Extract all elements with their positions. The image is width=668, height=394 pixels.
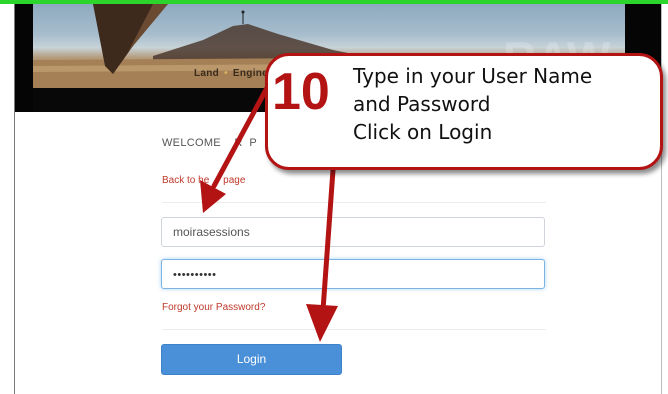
username-field[interactable]: moirasessions — [161, 217, 545, 247]
page-border-right — [661, 4, 662, 394]
step-number: 10 — [272, 63, 330, 121]
login-button[interactable]: Login — [161, 344, 342, 375]
banner-nav: Land • Engine — [194, 68, 268, 79]
nav-item-engine[interactable]: Engine — [233, 68, 268, 79]
forgot-password-link[interactable]: Forgot your Password? — [162, 302, 265, 313]
instruction-line-1: Type in your User Name — [353, 64, 593, 88]
divider-bottom — [162, 329, 546, 330]
password-value: •••••••••• — [173, 269, 217, 281]
password-field[interactable]: •••••••••• — [161, 259, 545, 289]
instruction-line-3: Click on Login — [353, 120, 493, 144]
welcome-heading: WELCOME R P — [162, 137, 257, 149]
instruction-line-2: and Password — [353, 92, 491, 116]
nav-item-land[interactable]: Land — [194, 68, 219, 79]
nav-separator: • — [224, 68, 228, 79]
instruction-text: Type in your User Name and Password Clic… — [353, 62, 592, 146]
divider-top — [162, 202, 546, 203]
back-to-home-link[interactable]: Back to he page — [162, 175, 245, 186]
username-value: moirasessions — [173, 225, 250, 239]
